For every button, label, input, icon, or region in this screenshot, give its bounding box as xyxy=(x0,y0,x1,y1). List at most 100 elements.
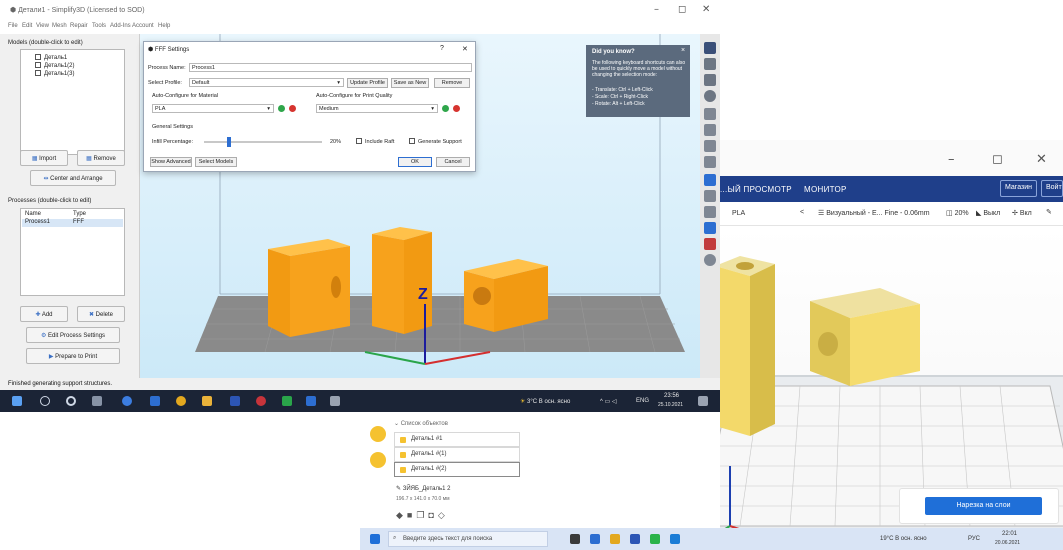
explorer-icon[interactable] xyxy=(202,396,212,406)
view-front-icon[interactable] xyxy=(704,124,716,136)
input-language[interactable]: ENG xyxy=(636,398,649,404)
models-list[interactable]: Деталь1 Деталь1(2) Деталь1(3) xyxy=(20,49,125,155)
delete-process-button[interactable]: ✖ Delete xyxy=(77,306,125,322)
menu-add-ins[interactable]: Add-Ins xyxy=(110,23,131,29)
cube-icon[interactable]: ◆ xyxy=(396,510,407,520)
mesh-icon[interactable]: ◇ xyxy=(438,510,449,520)
measure-icon[interactable] xyxy=(704,238,716,250)
infill-slider[interactable] xyxy=(204,137,322,147)
cortana-icon[interactable] xyxy=(66,396,76,406)
s3d-minimize-button[interactable]: – xyxy=(654,4,659,15)
support-tool-icon[interactable] xyxy=(704,206,716,218)
prepare-to-print-button[interactable]: ▶ Prepare to Print xyxy=(26,348,120,364)
clock-date[interactable]: 25.10.2021 xyxy=(658,402,683,408)
center-icon[interactable] xyxy=(704,254,716,266)
pencil-icon[interactable]: ✎ xyxy=(1046,208,1052,216)
group-icon[interactable]: ■ xyxy=(407,510,416,520)
input-language[interactable]: РУС xyxy=(968,536,980,542)
list-item[interactable]: Деталь1 xyxy=(35,54,67,61)
include-raft-checkbox[interactable]: Include Raft xyxy=(356,138,394,145)
remove-quality-icon[interactable] xyxy=(453,105,460,112)
model-2[interactable] xyxy=(372,234,404,334)
menu-tools[interactable]: Tools xyxy=(92,23,106,29)
menu-repair[interactable]: Repair xyxy=(70,23,88,29)
menu-edit[interactable]: Edit xyxy=(22,23,32,29)
quality-select[interactable]: Medium ▾ xyxy=(316,104,438,113)
mail-icon[interactable] xyxy=(230,396,240,406)
tab-preview[interactable]: ...ЫЙ ПРОСМОТР xyxy=(720,185,792,194)
slice-button[interactable]: Нарезка на слои xyxy=(925,497,1042,515)
layer-icon[interactable] xyxy=(704,190,716,202)
cura-app-icon[interactable] xyxy=(670,534,680,544)
support-edit-icon[interactable] xyxy=(704,222,716,234)
list-item[interactable]: Деталь1 #(1) xyxy=(394,447,520,462)
model-1-front[interactable] xyxy=(268,249,290,337)
rotate-icon[interactable] xyxy=(704,90,716,102)
weather-status[interactable]: ☀ 3°C В осн. ясно xyxy=(520,398,570,405)
task-view-icon[interactable] xyxy=(92,396,102,406)
media-icon[interactable] xyxy=(256,396,266,406)
checkbox[interactable] xyxy=(409,138,415,144)
dialog-close-button[interactable]: ✕ xyxy=(462,45,468,53)
checkbox[interactable] xyxy=(35,54,41,60)
select-models-button[interactable]: Select Models xyxy=(195,157,237,167)
center-arrange-button[interactable]: ⇹ Center and Arrange xyxy=(30,170,116,186)
list-item[interactable]: Деталь1 #1 xyxy=(394,432,520,447)
support-indicator[interactable]: ◣ Выкл xyxy=(976,209,1000,217)
cancel-button[interactable]: Cancel xyxy=(436,157,470,167)
menu-view[interactable]: View xyxy=(36,23,49,29)
task-view-icon[interactable] xyxy=(570,534,580,544)
search-input[interactable]: ⌕ Введите здесь текст для поиска xyxy=(388,531,548,547)
remove-button[interactable]: ▦ Remove xyxy=(77,150,125,166)
cura-model-tall[interactable] xyxy=(720,266,750,436)
tool-icon[interactable] xyxy=(704,174,716,186)
tab-monitor[interactable]: МОНИТОР xyxy=(804,185,847,194)
search-icon[interactable] xyxy=(40,396,50,406)
objects-list-header[interactable]: ⌄ Список объектов xyxy=(394,420,448,427)
weather-status[interactable]: 19°C В осн. ясно xyxy=(880,536,927,542)
app-icon[interactable] xyxy=(122,396,132,406)
simplify3d-app-icon[interactable] xyxy=(330,396,340,406)
chrome-icon[interactable] xyxy=(176,396,186,406)
add-quality-icon[interactable] xyxy=(442,105,449,112)
clock-time[interactable]: 23:56 xyxy=(664,393,679,399)
box-icon[interactable]: ◘ xyxy=(428,510,437,520)
scale-icon[interactable] xyxy=(704,74,716,86)
list-item[interactable]: Деталь1 #(2) xyxy=(394,462,520,477)
cura-minimize-button[interactable]: – xyxy=(948,152,955,167)
view-side-icon[interactable] xyxy=(704,140,716,152)
model-1[interactable] xyxy=(290,246,350,337)
cura-restore-button[interactable]: ◻ xyxy=(992,152,1003,167)
material-label[interactable]: PLA xyxy=(732,210,745,217)
save-as-new-button[interactable]: Save as New xyxy=(391,78,429,88)
copy-icon[interactable]: ❐ xyxy=(416,510,428,520)
windows-start-icon[interactable] xyxy=(370,534,380,544)
store-icon[interactable] xyxy=(150,396,160,406)
cura-side-menu-icon[interactable] xyxy=(370,452,386,468)
notifications-icon[interactable] xyxy=(698,396,708,406)
print-profile-selector[interactable]: ☰ Визуальный - E... Fine - 0.06mm xyxy=(818,209,930,217)
show-advanced-button[interactable]: Show Advanced xyxy=(150,157,192,167)
explorer-icon[interactable] xyxy=(610,534,620,544)
generate-support-checkbox[interactable]: Generate Support xyxy=(409,138,462,145)
list-item[interactable]: Деталь1(3) xyxy=(35,70,75,77)
s3d-maximize-button[interactable]: ◻ xyxy=(678,4,686,15)
list-item[interactable]: Деталь1(2) xyxy=(35,62,75,69)
menu-help[interactable]: Help xyxy=(158,23,170,29)
chevron-left-icon[interactable]: < xyxy=(800,209,804,216)
view-cube-icon[interactable] xyxy=(704,108,716,120)
move-icon[interactable] xyxy=(704,58,716,70)
adhesion-indicator[interactable]: ✢ Вкл xyxy=(1012,209,1032,217)
process-name-input[interactable]: Process1 xyxy=(189,63,472,72)
processes-list[interactable]: Name Type Process1 FFF xyxy=(20,208,125,296)
s3d-close-button[interactable]: ✕ xyxy=(702,4,710,15)
table-row[interactable]: Process1 FFF xyxy=(22,219,123,227)
checkbox[interactable] xyxy=(356,138,362,144)
update-profile-button[interactable]: Update Profile xyxy=(347,78,388,88)
cura-model-box[interactable] xyxy=(850,304,920,386)
windows-start-icon[interactable] xyxy=(12,396,22,406)
cursor-icon[interactable] xyxy=(704,42,716,54)
clock-date[interactable]: 20.06.2021 xyxy=(995,540,1020,546)
infill-indicator[interactable]: ◫ 20% xyxy=(946,209,969,217)
app-icon[interactable] xyxy=(630,534,640,544)
